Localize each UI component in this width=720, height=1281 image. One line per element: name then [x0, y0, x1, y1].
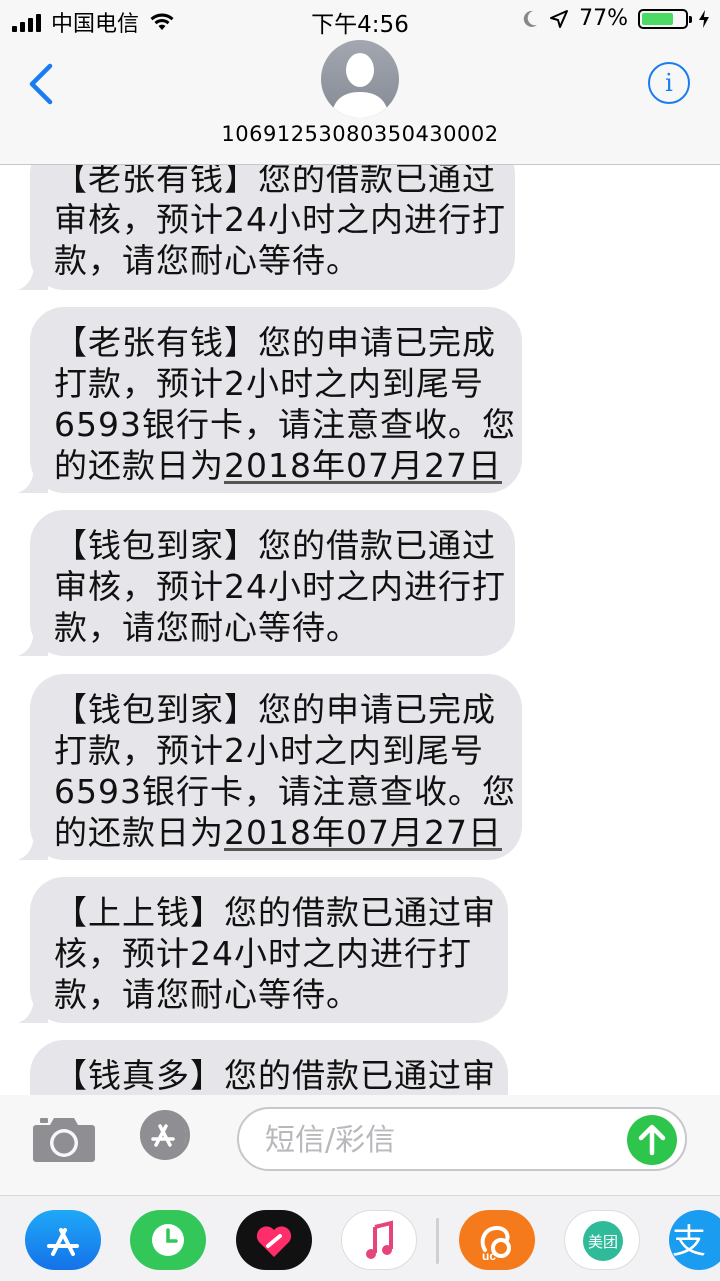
moon-icon	[523, 10, 538, 27]
meituan-icon: 美团	[583, 1221, 623, 1261]
message-line: 【钱包到家】您的借款已通过	[54, 526, 496, 565]
bubble-tail	[18, 465, 48, 493]
message-text: 的还款日为	[54, 446, 224, 485]
status-bar: 中国电信 下午4:56 77%	[0, 0, 720, 40]
location-arrow-icon	[550, 9, 569, 28]
message-line: 【钱包到家】您的申请已完成	[54, 690, 496, 729]
message-line: 打款，预计2小时之内到尾号	[54, 731, 484, 770]
camera-icon[interactable]	[32, 1113, 96, 1165]
bubble-tail	[18, 262, 48, 290]
bubble-tail	[18, 995, 48, 1023]
person-silhouette-icon	[331, 53, 389, 118]
music-app[interactable]	[341, 1210, 417, 1270]
message-bubble[interactable]: 【钱包到家】您的申请已完成 打款，预计2小时之内到尾号 6593银行卡，请注意查…	[18, 674, 522, 860]
app-store-app[interactable]	[25, 1210, 101, 1270]
app-store-icon[interactable]	[134, 1109, 196, 1161]
send-button[interactable]	[627, 1115, 677, 1165]
message-line: 款，请您耐心等待。	[54, 975, 360, 1014]
message-line: 6593银行卡，请注意查收。您	[54, 405, 516, 444]
charging-bolt-icon	[699, 9, 709, 28]
info-button[interactable]: i	[648, 62, 690, 104]
message-input[interactable]	[263, 1117, 627, 1163]
conversation-header: 10691253080350430002 i	[0, 40, 720, 165]
alipay-app[interactable]: 支	[669, 1210, 720, 1270]
message-line: 款，请您耐心等待。	[54, 241, 360, 280]
battery-fill	[642, 12, 674, 25]
app-store-icon	[47, 1228, 79, 1256]
message-line: 款，请您耐心等待。	[54, 608, 360, 647]
drawer-separator	[436, 1218, 439, 1264]
meituan-label: 美团	[588, 1233, 618, 1251]
message-bubble[interactable]: 【老张有钱】您的借款已通过 审核，预计24小时之内进行打 款，请您耐心等待。	[18, 165, 515, 290]
message-line: 【老张有钱】您的借款已通过	[54, 165, 496, 198]
message-line: 【上上钱】您的借款已通过审	[54, 893, 496, 932]
clock-app[interactable]	[130, 1210, 206, 1270]
message-bubble[interactable]: 【老张有钱】您的申请已完成 打款，预计2小时之内到尾号 6593银行卡，请注意查…	[18, 307, 522, 493]
message-line: 【钱真多】您的借款已通过审	[54, 1056, 496, 1095]
message-bubble[interactable]: 【钱真多】您的借款已通过审	[30, 1040, 508, 1095]
date-link[interactable]: 2018年07月27日	[224, 446, 502, 485]
contact-avatar[interactable]	[321, 40, 399, 118]
message-input-box[interactable]	[237, 1107, 687, 1171]
message-line: 核，预计24小时之内进行打	[54, 934, 472, 973]
music-note-icon	[366, 1220, 393, 1259]
status-right: 77%	[521, 6, 710, 31]
composer-bar	[0, 1095, 720, 1195]
message-line: 的还款日为2018年07月27日	[54, 812, 502, 853]
arrow-up-icon	[638, 1124, 666, 1156]
message-text: 的还款日为	[54, 813, 224, 852]
digital-touch-app[interactable]	[236, 1210, 312, 1270]
battery-percent: 77%	[579, 6, 628, 31]
app-drawer: uc 美团 支	[0, 1195, 720, 1281]
bubble-tail	[18, 628, 48, 656]
message-line: 的还款日为2018年07月27日	[54, 445, 502, 486]
message-bubble[interactable]: 【上上钱】您的借款已通过审 核，预计24小时之内进行打 款，请您耐心等待。	[18, 877, 508, 1023]
alipay-icon: 支	[672, 1222, 706, 1262]
message-line: 打款，预计2小时之内到尾号	[54, 364, 484, 403]
squirrel-icon: uc	[480, 1225, 511, 1263]
message-line: 审核，预计24小时之内进行打	[54, 567, 506, 606]
message-line: 6593银行卡，请注意查收。您	[54, 772, 516, 811]
message-line: 审核，预计24小时之内进行打	[54, 200, 506, 239]
contact-number[interactable]: 10691253080350430002	[0, 122, 720, 146]
bubble-tail	[18, 832, 48, 860]
heart-icon	[256, 1226, 292, 1257]
meituan-app[interactable]: 美团	[564, 1210, 640, 1270]
message-line: 【老张有钱】您的申请已完成	[54, 323, 496, 362]
battery-icon	[638, 8, 692, 29]
alipay-label: 支	[672, 1222, 706, 1262]
svg-text:uc: uc	[482, 1249, 496, 1263]
date-link[interactable]: 2018年07月27日	[224, 813, 502, 852]
message-bubble[interactable]: 【钱包到家】您的借款已通过 审核，预计24小时之内进行打 款，请您耐心等待。	[18, 510, 515, 656]
back-chevron-icon[interactable]	[22, 62, 62, 106]
uc-browser-app[interactable]: uc	[459, 1210, 535, 1270]
message-list[interactable]: 【老张有钱】您的借款已通过 审核，预计24小时之内进行打 款，请您耐心等待。 【…	[0, 165, 720, 1095]
clock-icon	[152, 1224, 184, 1256]
